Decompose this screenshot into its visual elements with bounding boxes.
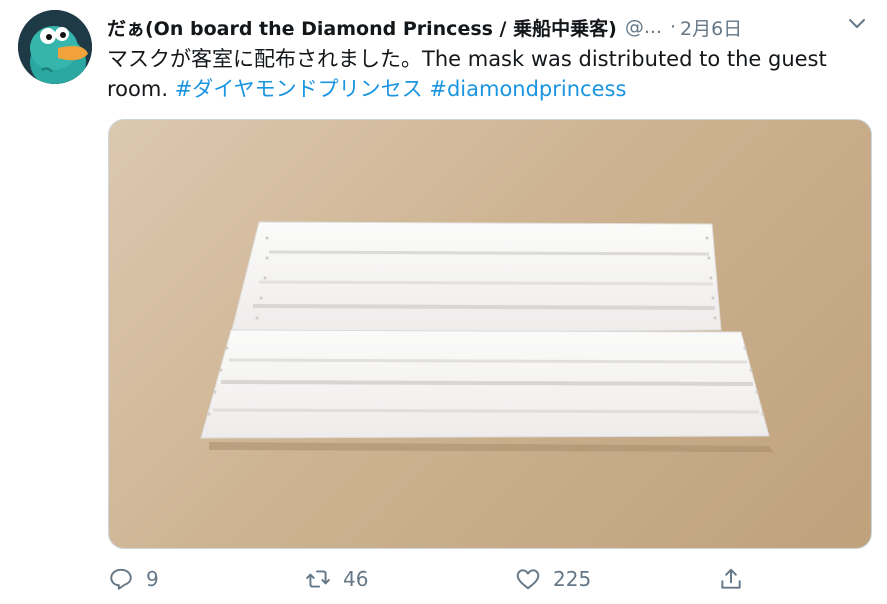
retweet-button[interactable]: 46 bbox=[305, 562, 368, 596]
tweet-text-line-1: マスクが客室に配布されました。The mask was distributed … bbox=[107, 47, 827, 71]
reply-icon bbox=[108, 566, 134, 592]
share-button[interactable] bbox=[718, 562, 744, 596]
avatar[interactable] bbox=[18, 10, 92, 84]
tweet-date[interactable]: 2月6日 bbox=[680, 14, 742, 41]
tweet-header: だぁ(On board the Diamond Princess / 乗船中乗客… bbox=[107, 10, 742, 44]
tweet-actions: 9 46 225 bbox=[108, 562, 848, 596]
retweet-icon bbox=[305, 566, 331, 592]
like-button[interactable]: 225 bbox=[515, 562, 591, 596]
chevron-down-icon[interactable] bbox=[845, 14, 869, 34]
tweet-text: マスクが客室に配布されました。The mask was distributed … bbox=[107, 44, 877, 104]
heart-icon bbox=[515, 566, 541, 592]
tweet-text-room: room. bbox=[107, 77, 169, 101]
reply-count: 9 bbox=[146, 567, 159, 591]
avatar-image bbox=[18, 10, 92, 84]
tweet-text-line-2: room. #ダイヤモンドプリンセス #diamondprincess bbox=[107, 74, 877, 104]
like-count: 225 bbox=[553, 567, 592, 591]
tweet: だぁ(On board the Diamond Princess / 乗船中乗客… bbox=[0, 0, 887, 604]
hashtag-diamondprincess[interactable]: #diamondprincess bbox=[429, 77, 626, 101]
hashtag-diamond-princess-ja[interactable]: #ダイヤモンドプリンセス bbox=[175, 77, 423, 101]
separator-dot: · bbox=[669, 16, 676, 38]
retweet-count: 46 bbox=[343, 567, 369, 591]
reply-button[interactable]: 9 bbox=[108, 562, 159, 596]
tweet-photo[interactable] bbox=[108, 119, 872, 549]
display-name[interactable]: だぁ(On board the Diamond Princess / 乗船中乗客… bbox=[107, 14, 617, 41]
share-icon bbox=[718, 566, 744, 592]
face-mask-image bbox=[200, 221, 773, 452]
user-handle[interactable]: @... bbox=[625, 16, 662, 38]
